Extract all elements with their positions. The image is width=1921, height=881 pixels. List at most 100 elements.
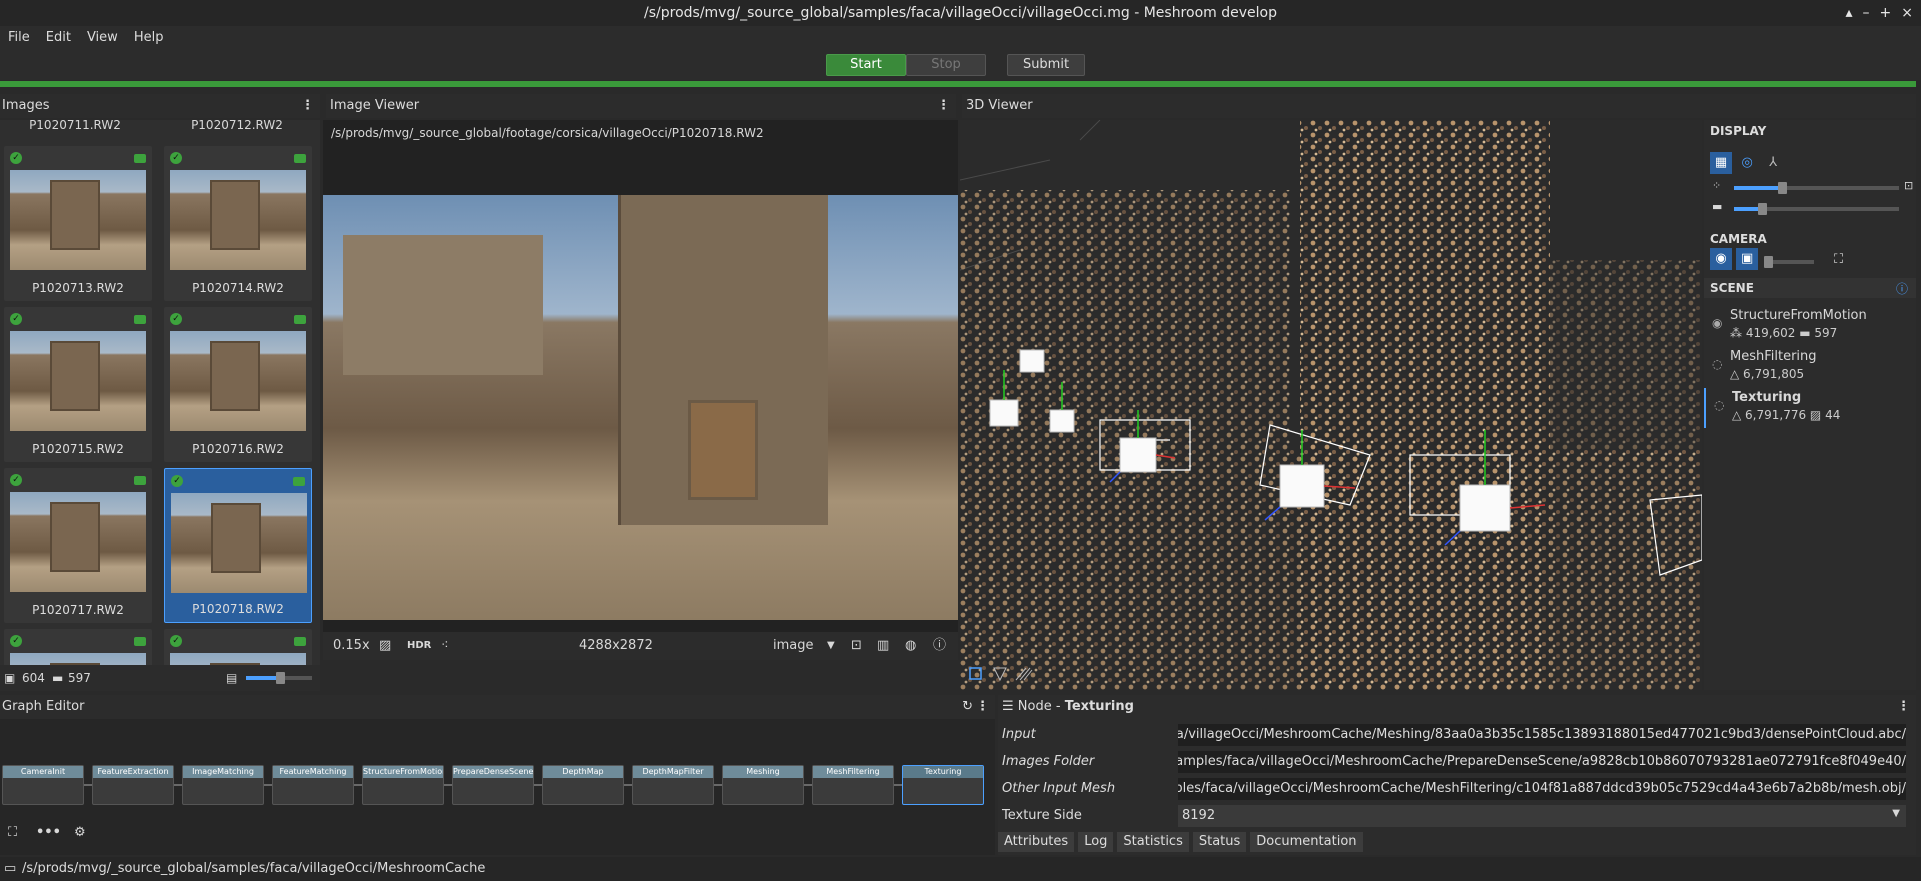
image-tile[interactable]: ✓ P1020713.RW2 — [4, 146, 152, 301]
layout-icon[interactable]: ••• — [36, 825, 61, 840]
point-size-slider[interactable] — [1734, 182, 1899, 194]
attribute-row: Images Folder /s/prods/mvg/_source_globa… — [998, 749, 1916, 775]
fit-icon[interactable]: ⊡ — [851, 632, 862, 660]
node-menu-icon[interactable]: ⋮ — [1897, 695, 1910, 719]
attribute-key: Texture Side — [1002, 808, 1082, 823]
minimize-icon[interactable]: – — [1863, 0, 1870, 26]
gizmo-icon[interactable]: ◎ — [1736, 152, 1758, 174]
camera-scale-slider[interactable] — [1734, 203, 1899, 215]
image-thumbnail — [10, 653, 146, 665]
thumbnail-size-slider[interactable] — [246, 672, 312, 684]
image-tile[interactable]: ✓ P1020716.RW2 — [164, 307, 312, 462]
image-tile[interactable]: ✓ — [164, 629, 312, 665]
submit-button[interactable]: Submit — [1007, 54, 1085, 76]
menu-help[interactable]: Help — [126, 26, 172, 50]
visibility-icon[interactable]: ◉ — [1712, 316, 1722, 330]
image-thumbnail — [171, 493, 307, 593]
image-tile[interactable]: ✓ P1020715.RW2 — [4, 307, 152, 462]
fit-graph-icon[interactable]: ⛶ — [8, 825, 17, 840]
fit-scene-icon[interactable]: ⊡ — [1904, 179, 1913, 192]
attribute-row: Input /s/prods/mvg/_source_global/sample… — [998, 722, 1916, 748]
graph-node[interactable]: CameraInit — [2, 765, 84, 805]
tab-attributes[interactable]: Attributes — [998, 832, 1075, 852]
image-tile[interactable]: ✓ — [4, 629, 152, 665]
histogram-icon[interactable]: ▥ — [877, 632, 889, 660]
exposure-icon[interactable]: ▨ — [379, 632, 391, 660]
graph-node-selected[interactable]: Texturing — [902, 765, 984, 805]
menu-edit[interactable]: Edit — [38, 26, 79, 50]
image-name: P1020717.RW2 — [32, 603, 124, 617]
valid-check-icon: ✓ — [10, 474, 22, 486]
3d-viewport[interactable] — [960, 120, 1702, 690]
images-menu-icon[interactable]: ⋮ — [301, 94, 314, 118]
tab-status[interactable]: Status — [1192, 832, 1247, 852]
image-name: P1020715.RW2 — [32, 442, 124, 456]
attribute-value[interactable]: /s/prods/mvg/_source_global/samples/faca… — [1178, 724, 1906, 746]
graph-editor[interactable]: Graph Editor ↻ ⋮ CameraInit FeatureExtra… — [0, 695, 995, 855]
scene-item-selected[interactable]: ◌ Texturing △ 6,791,776 ▨ 44 — [1704, 388, 1916, 428]
image-thumbnail — [170, 331, 306, 431]
graph-node[interactable]: StructureFromMotion — [362, 765, 444, 805]
preview-door — [688, 400, 758, 500]
chevron-down-icon[interactable]: ▼ — [1892, 808, 1900, 819]
graph-node[interactable]: DepthMapFilter — [632, 765, 714, 805]
start-button[interactable]: Start — [826, 54, 906, 76]
image-opacity-slider[interactable] — [1764, 256, 1814, 268]
image-tile[interactable]: ✓ P1020714.RW2 — [164, 146, 312, 301]
image-tile[interactable]: ✓ P1020717.RW2 — [4, 468, 152, 623]
point-size-icon: ⁘ — [1712, 179, 1722, 192]
tab-statistics[interactable]: Statistics — [1117, 832, 1189, 852]
scene-item[interactable]: ◌ MeshFiltering △ 6,791,805 — [1704, 347, 1916, 387]
image-tile-selected[interactable]: ✓ P1020718.RW2 — [164, 468, 312, 623]
graph-node[interactable]: Meshing — [722, 765, 804, 805]
progress-bar — [0, 81, 1916, 87]
image-viewer[interactable]: /s/prods/mvg/_source_global/footage/cors… — [323, 120, 958, 660]
graph-node[interactable]: MeshFiltering — [812, 765, 894, 805]
camera-icon — [293, 477, 305, 486]
menu-file[interactable]: File — [0, 26, 38, 50]
gear-icon[interactable]: ⚙ — [74, 825, 86, 840]
image-thumbnail — [10, 331, 146, 431]
texture-side-select[interactable]: 8192 — [1178, 805, 1906, 827]
valid-check-icon: ✓ — [170, 635, 182, 647]
globe-icon[interactable]: ◍ — [905, 632, 916, 660]
tab-log[interactable]: Log — [1078, 832, 1114, 852]
graph-node[interactable]: FeatureExtraction — [92, 765, 174, 805]
hdr-toggle[interactable]: HDR — [407, 632, 431, 660]
tab-documentation[interactable]: Documentation — [1250, 832, 1363, 852]
graph-node[interactable]: ImageMatching — [182, 765, 264, 805]
info-icon[interactable]: ⓘ — [1896, 280, 1908, 297]
attribute-row: Other Input Mesh /s/prods/mvg/_source_gl… — [998, 776, 1916, 802]
close-icon[interactable]: × — [1901, 0, 1913, 26]
shade-window-icon[interactable]: ▴ — [1846, 0, 1853, 26]
attribute-value[interactable]: /s/prods/mvg/_source_global/samples/faca… — [1178, 751, 1906, 773]
scene-item[interactable]: ◉ StructureFromMotion ⁂ 419,602 ▬ 597 — [1704, 306, 1916, 346]
mode-select[interactable]: image — [773, 632, 814, 660]
origin-axis-icon[interactable]: ⅄ — [1762, 152, 1784, 174]
visibility-off-icon[interactable]: ◌ — [1712, 357, 1722, 371]
graph-node[interactable]: PrepareDenseScene — [452, 765, 534, 805]
image-thumbnail — [170, 170, 306, 270]
image-thumbnail — [10, 170, 146, 270]
info-icon[interactable]: ⓘ — [933, 632, 946, 660]
image-preview — [323, 195, 958, 620]
image-viewer-menu-icon[interactable]: ⋮ — [937, 94, 950, 118]
fullscreen-icon[interactable]: ⛶ — [1834, 252, 1843, 267]
graph-node[interactable]: FeatureMatching — [272, 765, 354, 805]
window-title: /s/prods/mvg/_source_global/samples/faca… — [644, 5, 1277, 21]
image-path: /s/prods/mvg/_source_global/footage/cors… — [331, 126, 764, 140]
stop-button[interactable]: Stop — [906, 54, 986, 76]
visibility-off-icon[interactable]: ◌ — [1714, 398, 1724, 412]
maximize-icon[interactable]: + — [1880, 0, 1892, 26]
chevron-down-icon[interactable]: ▼ — [827, 632, 835, 660]
images-gallery[interactable]: P1020711.RW2 P1020712.RW2 ✓ P1020713.RW2… — [0, 120, 320, 665]
channels-icon[interactable]: ⁖ — [441, 632, 449, 660]
attribute-value[interactable]: /s/prods/mvg/_source_global/samples/faca… — [1178, 778, 1906, 800]
camera-sync-icon[interactable]: ◉ — [1710, 248, 1732, 270]
node-attribute-panel: ☰ Node - Texturing ⋮ Input /s/prods/mvg/… — [998, 695, 1916, 855]
graph-node[interactable]: DepthMap — [542, 765, 624, 805]
menu-view[interactable]: View — [79, 26, 126, 50]
image-overlay-icon[interactable]: ▣ — [1736, 248, 1759, 270]
grid-icon[interactable]: ▦ — [1710, 152, 1732, 174]
3d-viewer-title: 3D Viewer — [966, 98, 1033, 113]
